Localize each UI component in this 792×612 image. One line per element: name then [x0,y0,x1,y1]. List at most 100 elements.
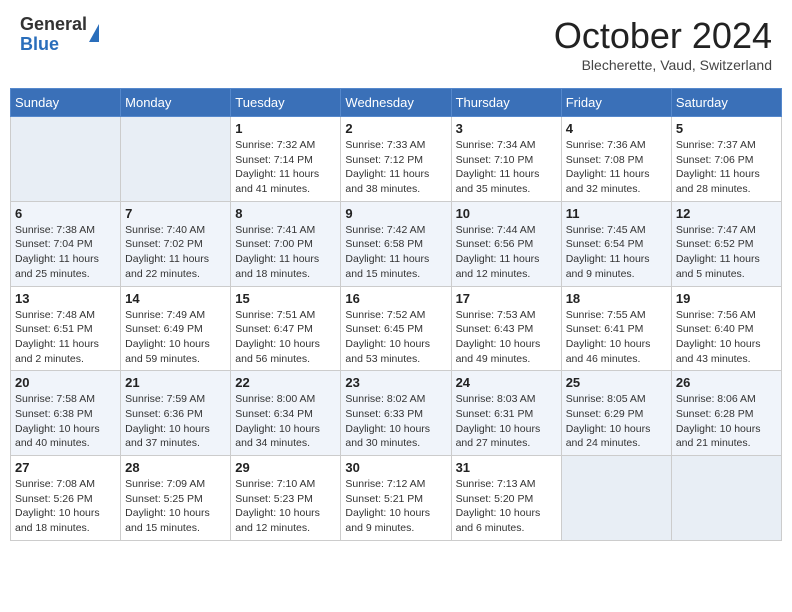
day-info: Sunrise: 7:36 AMSunset: 7:08 PMDaylight:… [566,138,667,197]
calendar-cell: 28Sunrise: 7:09 AMSunset: 5:25 PMDayligh… [121,456,231,541]
calendar-cell [121,117,231,202]
calendar-cell: 24 Sunrise: 8:03 AMSunset: 6:31 PMDayligh… [451,371,561,456]
calendar-cell: 26 Sunrise: 8:06 AMSunset: 6:28 PMDayligh… [671,371,781,456]
day-info: Sunrise: 7:47 AMSunset: 6:52 PMDaylight:… [676,223,777,282]
calendar-cell: 15Sunrise: 7:51 AMSunset: 6:47 PMDayligh… [231,286,341,371]
day-number: 17 [456,291,557,306]
day-number: 8 [235,206,336,221]
calendar-cell: 18 Sunrise: 7:55 AMSunset: 6:41 PMDayligh… [561,286,671,371]
calendar-header-monday: Monday [121,89,231,117]
title-block: October 2024 Blecherette, Vaud, Switzerl… [554,15,772,73]
calendar-cell: 20 Sunrise: 7:58 AMSunset: 6:38 PMDayligh… [11,371,121,456]
location: Blecherette, Vaud, Switzerland [554,57,772,73]
calendar-week-row: 1Sunrise: 7:32 AMSunset: 7:14 PMDaylight… [11,117,782,202]
day-number: 28 [125,460,226,475]
calendar-cell: 9 Sunrise: 7:42 AMSunset: 6:58 PMDaylight… [341,201,451,286]
calendar-cell: 31 Sunrise: 7:13 AMSunset: 5:20 PMDayligh… [451,456,561,541]
calendar-cell: 16Sunrise: 7:52 AMSunset: 6:45 PMDayligh… [341,286,451,371]
day-info: Sunrise: 7:10 AMSunset: 5:23 PMDaylight:… [235,477,336,536]
calendar-cell: 1Sunrise: 7:32 AMSunset: 7:14 PMDaylight… [231,117,341,202]
calendar-header-wednesday: Wednesday [341,89,451,117]
logo-blue: Blue [20,35,87,55]
calendar-header-thursday: Thursday [451,89,561,117]
day-number: 12 [676,206,777,221]
day-number: 18 [566,291,667,306]
day-info: Sunrise: 7:44 AMSunset: 6:56 PMDaylight:… [456,223,557,282]
day-info: Sunrise: 7:34 AMSunset: 7:10 PMDaylight:… [456,138,557,197]
calendar-cell: 14 Sunrise: 7:49 AMSunset: 6:49 PMDayligh… [121,286,231,371]
day-number: 5 [676,121,777,136]
day-info: Sunrise: 7:49 AMSunset: 6:49 PMDaylight:… [125,308,226,367]
day-number: 19 [676,291,777,306]
calendar-cell: 12 Sunrise: 7:47 AMSunset: 6:52 PMDayligh… [671,201,781,286]
day-info: Sunrise: 8:05 AMSunset: 6:29 PMDaylight:… [566,392,667,451]
day-info: Sunrise: 7:59 AMSunset: 6:36 PMDaylight:… [125,392,226,451]
calendar-cell: 13Sunrise: 7:48 AMSunset: 6:51 PMDayligh… [11,286,121,371]
calendar-cell: 23Sunrise: 8:02 AMSunset: 6:33 PMDayligh… [341,371,451,456]
day-info: Sunrise: 7:42 AMSunset: 6:58 PMDaylight:… [345,223,446,282]
day-number: 27 [15,460,116,475]
day-number: 30 [345,460,446,475]
day-number: 1 [235,121,336,136]
day-number: 24 [456,375,557,390]
day-info: Sunrise: 7:51 AMSunset: 6:47 PMDaylight:… [235,308,336,367]
day-info: Sunrise: 7:12 AMSunset: 5:21 PMDaylight:… [345,477,446,536]
day-number: 23 [345,375,446,390]
day-number: 13 [15,291,116,306]
day-number: 20 [15,375,116,390]
calendar-cell [671,456,781,541]
day-info: Sunrise: 7:41 AMSunset: 7:00 PMDaylight:… [235,223,336,282]
day-number: 10 [456,206,557,221]
day-number: 2 [345,121,446,136]
day-info: Sunrise: 7:40 AMSunset: 7:02 PMDaylight:… [125,223,226,282]
logo-text: General Blue [20,15,87,55]
day-info: Sunrise: 7:38 AMSunset: 7:04 PMDaylight:… [15,223,116,282]
calendar-cell: 29 Sunrise: 7:10 AMSunset: 5:23 PMDayligh… [231,456,341,541]
day-number: 21 [125,375,226,390]
calendar-cell: 11Sunrise: 7:45 AMSunset: 6:54 PMDayligh… [561,201,671,286]
calendar-cell: 27 Sunrise: 7:08 AMSunset: 5:26 PMDayligh… [11,456,121,541]
day-info: Sunrise: 7:33 AMSunset: 7:12 PMDaylight:… [345,138,446,197]
day-number: 25 [566,375,667,390]
calendar-cell: 17 Sunrise: 7:53 AMSunset: 6:43 PMDayligh… [451,286,561,371]
calendar-cell: 22 Sunrise: 8:00 AMSunset: 6:34 PMDayligh… [231,371,341,456]
calendar-cell: 10 Sunrise: 7:44 AMSunset: 6:56 PMDayligh… [451,201,561,286]
calendar-week-row: 6 Sunrise: 7:38 AMSunset: 7:04 PMDaylight… [11,201,782,286]
day-number: 31 [456,460,557,475]
day-number: 22 [235,375,336,390]
calendar-cell: 19 Sunrise: 7:56 AMSunset: 6:40 PMDayligh… [671,286,781,371]
day-info: Sunrise: 7:08 AMSunset: 5:26 PMDaylight:… [15,477,116,536]
day-number: 11 [566,206,667,221]
calendar-cell [11,117,121,202]
logo-triangle-icon [89,24,99,42]
calendar-cell [561,456,671,541]
day-info: Sunrise: 7:58 AMSunset: 6:38 PMDaylight:… [15,392,116,451]
day-number: 14 [125,291,226,306]
day-number: 6 [15,206,116,221]
day-number: 26 [676,375,777,390]
month-title: October 2024 [554,15,772,57]
calendar-week-row: 20 Sunrise: 7:58 AMSunset: 6:38 PMDayligh… [11,371,782,456]
calendar-cell: 2 Sunrise: 7:33 AMSunset: 7:12 PMDaylight… [341,117,451,202]
day-info: Sunrise: 8:00 AMSunset: 6:34 PMDaylight:… [235,392,336,451]
day-info: Sunrise: 7:53 AMSunset: 6:43 PMDaylight:… [456,308,557,367]
day-number: 9 [345,206,446,221]
calendar-header-sunday: Sunday [11,89,121,117]
calendar-table: SundayMondayTuesdayWednesdayThursdayFrid… [10,88,782,541]
day-number: 3 [456,121,557,136]
day-info: Sunrise: 7:56 AMSunset: 6:40 PMDaylight:… [676,308,777,367]
calendar-cell: 7Sunrise: 7:40 AMSunset: 7:02 PMDaylight… [121,201,231,286]
day-number: 4 [566,121,667,136]
calendar-cell: 8 Sunrise: 7:41 AMSunset: 7:00 PMDaylight… [231,201,341,286]
calendar-cell: 5 Sunrise: 7:37 AMSunset: 7:06 PMDaylight… [671,117,781,202]
day-info: Sunrise: 8:03 AMSunset: 6:31 PMDaylight:… [456,392,557,451]
calendar-header-saturday: Saturday [671,89,781,117]
calendar-cell: 6 Sunrise: 7:38 AMSunset: 7:04 PMDaylight… [11,201,121,286]
calendar-week-row: 13Sunrise: 7:48 AMSunset: 6:51 PMDayligh… [11,286,782,371]
day-info: Sunrise: 7:13 AMSunset: 5:20 PMDaylight:… [456,477,557,536]
calendar-header-tuesday: Tuesday [231,89,341,117]
day-number: 29 [235,460,336,475]
day-info: Sunrise: 8:06 AMSunset: 6:28 PMDaylight:… [676,392,777,451]
day-info: Sunrise: 7:55 AMSunset: 6:41 PMDaylight:… [566,308,667,367]
day-info: Sunrise: 7:37 AMSunset: 7:06 PMDaylight:… [676,138,777,197]
